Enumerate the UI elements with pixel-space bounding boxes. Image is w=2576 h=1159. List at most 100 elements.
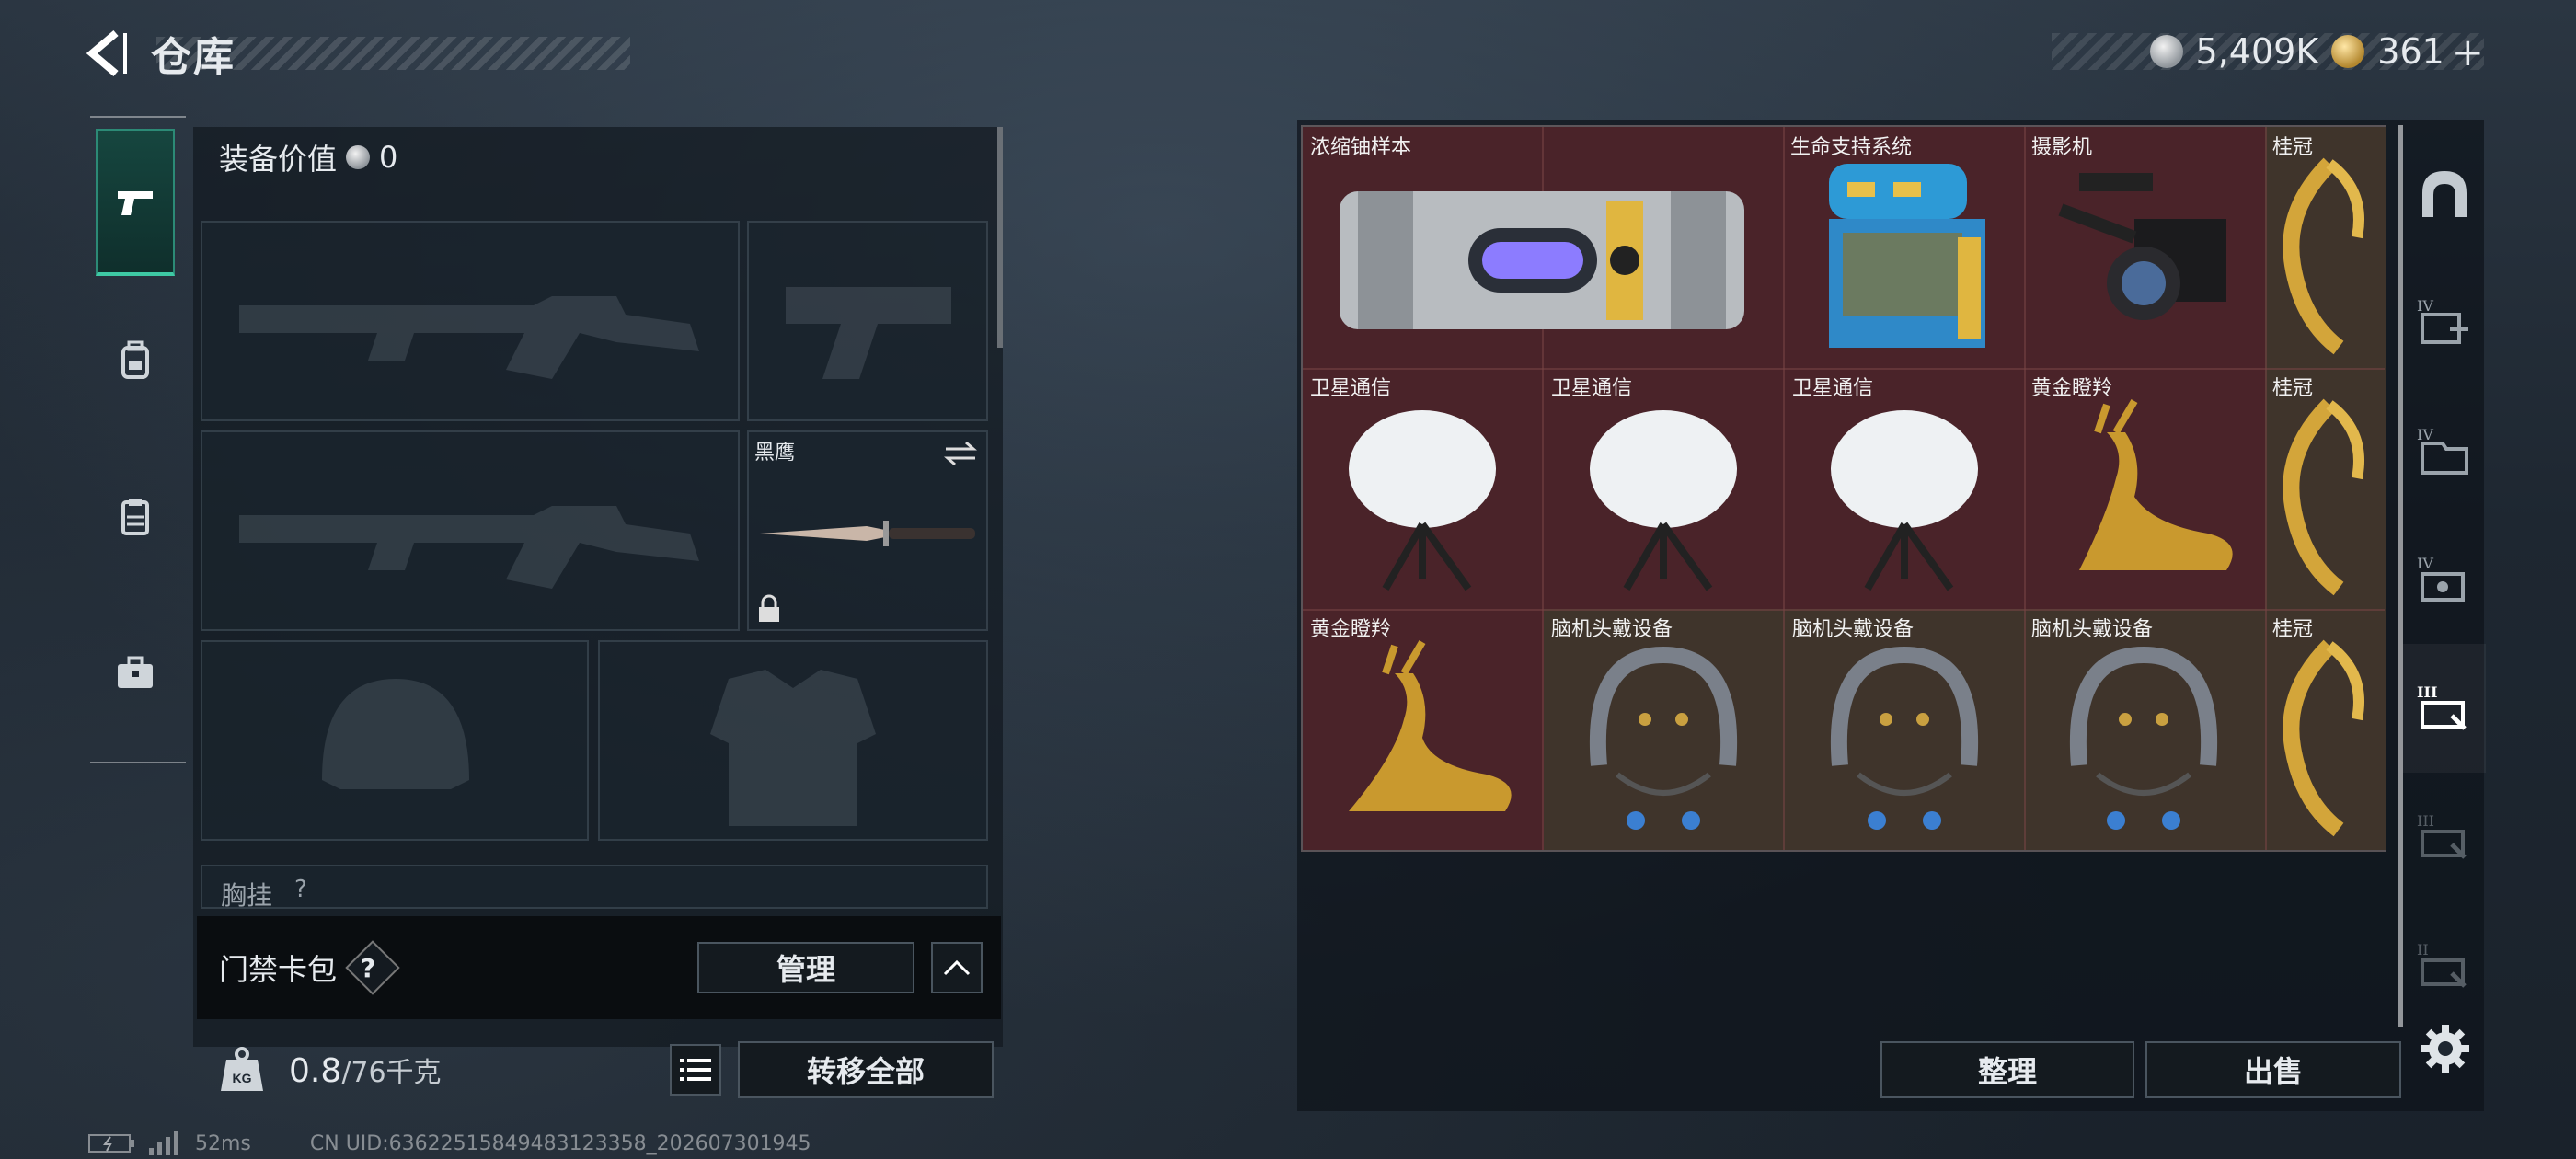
- storage-item-golden-gazelle[interactable]: 黄金瞪羚: [2024, 368, 2265, 609]
- storage-item-golden-gazelle[interactable]: 黄金瞪羚: [1303, 609, 1544, 850]
- rifle-silhouette-icon: [239, 296, 699, 379]
- tab-storage-iii-2[interactable]: III: [2403, 773, 2486, 901]
- nav-item-case[interactable]: [96, 594, 175, 751]
- laurel-crown-icon: [2283, 639, 2364, 837]
- storage-item-bci-headset[interactable]: 脑机头戴设备: [2024, 609, 2265, 850]
- storage-item-uranium-sample[interactable]: 浓缩铀样本: [1303, 127, 1783, 368]
- manage-button[interactable]: 管理: [697, 942, 914, 993]
- card-pack-bar: 门禁卡包 ? 管理: [197, 916, 1001, 1019]
- item-name: 卫星通信: [1310, 377, 1392, 400]
- headset-icon: [1830, 646, 1979, 830]
- weight-icon: KG: [221, 1047, 263, 1091]
- chevron-up-icon: [943, 959, 971, 976]
- golden-gazelle-icon: [1349, 639, 1512, 811]
- signal-icon: [149, 1131, 178, 1155]
- tab-storage-iv-3[interactable]: IV: [2403, 515, 2486, 644]
- storage-item-satcom[interactable]: 卫星通信: [1303, 368, 1544, 609]
- uranium-canister-icon: [1340, 191, 1744, 329]
- storage-grid: 浓缩铀样本 生命支持系统 摄影机 桂冠 卫星通信 卫星通信 卫星通信 黄金瞪羚 …: [1301, 125, 2386, 852]
- chest-rig-help-icon[interactable]: ?: [294, 876, 307, 903]
- grid-line: [1303, 609, 2385, 611]
- sell-button[interactable]: 出售: [2145, 1041, 2401, 1098]
- nav-item-chest-rig[interactable]: [96, 438, 175, 594]
- chest-rig-slot[interactable]: 胸挂 ?: [201, 865, 988, 909]
- grid-line: [2024, 127, 2026, 850]
- nav-item-weapons[interactable]: [96, 129, 175, 276]
- currency-bar: 5,409K 361 +: [2052, 26, 2484, 77]
- nav-item-backpack[interactable]: [96, 281, 175, 438]
- medkit-tier-icon: IV: [2417, 297, 2468, 344]
- weight-current: 0.8: [289, 1052, 342, 1090]
- add-currency-button[interactable]: +: [2452, 29, 2484, 75]
- storage-item-laurel[interactable]: 桂冠: [2265, 127, 2386, 368]
- storage-item-bci-headset[interactable]: 脑机头戴设备: [1785, 609, 2024, 850]
- storage-item-bci-headset[interactable]: 脑机头戴设备: [1544, 609, 1785, 850]
- satellite-dish-icon: [1349, 410, 1496, 591]
- svg-text:II: II: [2417, 941, 2429, 958]
- gear-icon[interactable]: [2418, 1021, 2473, 1076]
- storage-item-satcom[interactable]: 卫星通信: [1785, 368, 2024, 609]
- melee-item-label: 黑鹰: [754, 442, 796, 465]
- silver-coin-icon: [2149, 35, 2183, 68]
- sort-button[interactable]: 整理: [1880, 1041, 2134, 1098]
- helmet-silhouette-icon: [322, 679, 469, 789]
- storage-item-laurel[interactable]: 桂冠: [2265, 609, 2386, 850]
- svg-text:III: III: [2417, 812, 2434, 830]
- armor-slot[interactable]: [598, 640, 988, 841]
- dome-icon: [2422, 171, 2467, 217]
- tab-storage-ii[interactable]: II: [2403, 901, 2486, 1030]
- gold-coin-icon: [2331, 35, 2365, 68]
- storage-item-life-support[interactable]: 生命支持系统: [1783, 127, 2024, 368]
- clipboard-icon: [121, 499, 149, 535]
- collapse-button[interactable]: [931, 942, 983, 993]
- svg-text:IV: IV: [2417, 297, 2433, 315]
- swap-icon[interactable]: [942, 440, 979, 467]
- uid-text: CN UID:63622515849483123358_202607301945: [309, 1131, 811, 1155]
- armor-silhouette-icon: [710, 670, 876, 826]
- transfer-all-button[interactable]: 转移全部: [738, 1041, 994, 1098]
- back-arrow-icon[interactable]: [83, 28, 134, 79]
- item-name: 卫星通信: [1792, 377, 1874, 400]
- tab-storage-iii-1[interactable]: III: [2403, 644, 2486, 773]
- item-name: 桂冠: [2272, 377, 2314, 400]
- pistol-icon: [118, 191, 153, 215]
- svg-text:IV: IV: [2417, 555, 2433, 572]
- status-bar: 52ms CN UID:63622515849483123358_2026073…: [88, 1131, 811, 1155]
- equipment-value: 装备价值 0: [219, 136, 397, 178]
- tab-storage-iv-1[interactable]: IV: [2403, 258, 2486, 386]
- svg-text:IV: IV: [2417, 426, 2433, 443]
- case-tier-icon: II: [2417, 941, 2467, 988]
- tab-storage-overview[interactable]: [2403, 129, 2486, 258]
- helmet-slot[interactable]: [201, 640, 589, 841]
- svg-text:KG: KG: [233, 1071, 252, 1085]
- left-nav: [90, 118, 188, 762]
- item-name: 脑机头戴设备: [2031, 618, 2154, 641]
- equipment-value-label: 装备价值: [219, 142, 338, 177]
- item-name: 脑机头戴设备: [1792, 618, 1915, 641]
- case-tier-icon: III: [2417, 812, 2467, 859]
- case-tier-icon: III: [2417, 683, 2467, 730]
- equipment-value-amount: 0: [379, 140, 398, 175]
- storage-item-camera[interactable]: 摄影机: [2024, 127, 2265, 368]
- device-tier-icon: IV: [2417, 555, 2465, 602]
- primary-weapon-slot[interactable]: [201, 221, 740, 421]
- pistol-slot[interactable]: [747, 221, 988, 421]
- lock-icon: [759, 594, 779, 622]
- capacity-bar: KG 0.8/76千克 转移全部: [197, 1028, 1001, 1111]
- life-support-icon: [1829, 164, 1985, 348]
- list-view-button[interactable]: [670, 1044, 721, 1096]
- item-name: 黄金瞪羚: [1310, 618, 1392, 641]
- tab-storage-iv-2[interactable]: IV: [2403, 386, 2486, 515]
- folder-tier-icon: IV: [2417, 426, 2468, 475]
- secondary-weapon-slot[interactable]: [201, 430, 740, 631]
- grid-line: [1303, 368, 2385, 370]
- grid-line: [2265, 127, 2267, 850]
- storage-item-laurel[interactable]: 桂冠: [2265, 368, 2386, 609]
- loadout-scrollbar[interactable]: [997, 127, 1003, 348]
- gold-currency-value: 361: [2377, 31, 2444, 72]
- headset-icon: [2069, 646, 2218, 830]
- page-title: 仓库: [151, 34, 236, 81]
- melee-slot[interactable]: 黑鹰: [747, 430, 988, 631]
- ping-value: 52ms: [195, 1131, 251, 1155]
- storage-item-satcom[interactable]: 卫星通信: [1544, 368, 1785, 609]
